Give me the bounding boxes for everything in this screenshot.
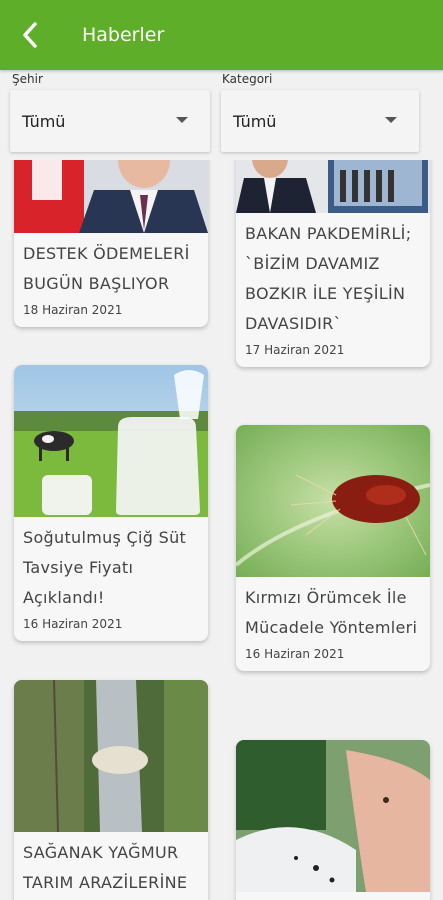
page-title: Haberler xyxy=(82,24,165,46)
news-title: DESTEK ÖDEMELERİ BUGÜN BAŞLIYOR xyxy=(23,244,190,293)
news-thumbnail xyxy=(236,160,430,213)
dropdown-caret-icon xyxy=(176,117,188,123)
news-card[interactable]: BAKAN PAKDEMİRLİ; `BİZİM DAVAMIZ BOZKIR … xyxy=(236,160,430,367)
news-card[interactable]: DESTEK ÖDEMELERİ BUGÜN BAŞLIYOR 18 Hazir… xyxy=(14,160,208,327)
back-button[interactable] xyxy=(0,0,60,70)
news-date: 16 Haziran 2021 xyxy=(23,617,123,631)
city-select[interactable]: Tümü xyxy=(10,90,210,152)
news-card[interactable]: SAĞANAK YAĞMUR TARIM ARAZİLERİNE xyxy=(14,680,208,900)
news-date: 18 Haziran 2021 xyxy=(23,303,123,317)
category-select[interactable]: Tümü xyxy=(221,90,419,152)
news-thumbnail xyxy=(236,740,430,892)
app-bar: Haberler xyxy=(0,0,443,70)
news-thumbnail xyxy=(14,160,208,233)
category-filter-label: Kategori xyxy=(222,72,273,86)
news-feed[interactable]: DESTEK ÖDEMELERİ BUGÜN BAŞLIYOR 18 Hazir… xyxy=(0,160,443,900)
news-date: 17 Haziran 2021 xyxy=(245,343,345,357)
news-card[interactable]: Soğutulmuş Çiğ Süt Tavsiye Fiyatı Açıkla… xyxy=(14,365,208,641)
news-card[interactable] xyxy=(236,740,430,900)
city-filter-label: Şehir xyxy=(12,72,43,86)
news-date: 16 Haziran 2021 xyxy=(245,647,345,661)
news-title: Kırmızı Örümcek İle Mücadele Yöntemleri xyxy=(245,588,418,637)
news-thumbnail xyxy=(14,680,208,832)
news-card[interactable]: Kırmızı Örümcek İle Mücadele Yöntemleri … xyxy=(236,425,430,671)
category-select-value: Tümü xyxy=(233,111,277,131)
city-select-value: Tümü xyxy=(22,111,66,131)
chevron-left-icon xyxy=(23,22,37,48)
news-thumbnail xyxy=(236,425,430,577)
news-title: BAKAN PAKDEMİRLİ; `BİZİM DAVAMIZ BOZKIR … xyxy=(245,224,412,333)
news-thumbnail xyxy=(14,365,208,517)
news-title: Soğutulmuş Çiğ Süt Tavsiye Fiyatı Açıkla… xyxy=(23,528,187,607)
dropdown-caret-icon xyxy=(385,117,397,123)
news-title: SAĞANAK YAĞMUR TARIM ARAZİLERİNE xyxy=(23,843,188,892)
